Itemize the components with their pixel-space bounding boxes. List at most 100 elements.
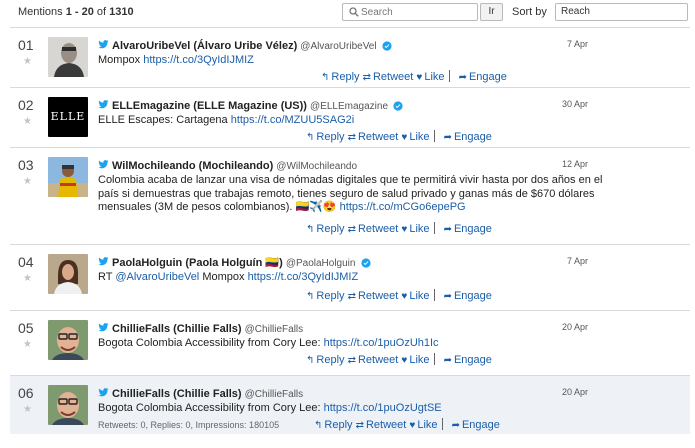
divider xyxy=(433,222,435,234)
retweet-button[interactable]: ⇄ Retweet xyxy=(348,354,399,366)
author-handle[interactable]: @WilMochileando xyxy=(276,161,357,172)
retweet-icon: ⇄ xyxy=(362,72,371,83)
star-icon[interactable]: ★ xyxy=(23,339,32,350)
engage-button[interactable]: ➦ Engage xyxy=(444,223,492,235)
twitter-icon xyxy=(98,159,109,170)
engage-button[interactable]: ➦ Engage xyxy=(459,71,507,83)
author-name[interactable]: ELLEmagazine (ELLE Magazine (US)) xyxy=(112,100,307,112)
avatar[interactable] xyxy=(48,320,88,360)
like-button[interactable]: ♥ Like xyxy=(401,290,429,302)
mention-link[interactable]: https://t.co/1puOzUh1Ic xyxy=(324,337,439,349)
star-icon[interactable]: ★ xyxy=(23,56,32,67)
search-go-button[interactable]: Ir xyxy=(480,3,503,21)
mention-actions: ↰ Reply ⇄ Retweet ♥ Like ➦ Engage xyxy=(306,130,492,143)
reply-button[interactable]: ↰ Reply xyxy=(314,419,353,431)
author-name[interactable]: ChillieFalls (Chillie Falls) xyxy=(112,323,242,335)
mention-row: 01 ★ AlvaroUribeVel (Álvaro Uribe Vélez)… xyxy=(10,27,690,88)
star-icon[interactable]: ★ xyxy=(23,273,32,284)
retweet-button[interactable]: ⇄ Retweet xyxy=(363,71,414,83)
search-box[interactable] xyxy=(342,3,478,21)
star-icon[interactable]: ★ xyxy=(23,404,32,415)
like-button[interactable]: ♥ Like xyxy=(409,419,437,431)
mention-actions: ↰ Reply ⇄ Retweet ♥ Like ➦ Engage xyxy=(314,418,500,431)
author-name[interactable]: WilMochileando (Mochileando) xyxy=(112,160,273,172)
retweet-label: Retweet xyxy=(372,71,414,83)
heart-icon: ♥ xyxy=(401,224,408,235)
author-handle[interactable]: @ChillieFalls xyxy=(245,389,304,400)
divider xyxy=(433,289,435,301)
avatar[interactable] xyxy=(48,254,88,294)
mention-row: 05 ★ ChillieFalls (Chillie Falls) @Chill… xyxy=(10,311,690,376)
author-handle[interactable]: @AlvaroUribeVel xyxy=(300,41,376,52)
mentions-count: Mentions 1 - 20 of 1310 xyxy=(18,6,134,18)
mention-link[interactable]: https://t.co/MZUU5SAG2i xyxy=(231,114,354,126)
reply-label: Reply xyxy=(316,290,345,302)
retweet-icon: ⇄ xyxy=(347,132,356,143)
engage-label: Engage xyxy=(461,419,500,431)
engage-button[interactable]: ➦ Engage xyxy=(444,354,492,366)
author-handle[interactable]: @PaolaHolguin xyxy=(286,258,356,269)
avatar[interactable] xyxy=(48,37,88,77)
mention-link[interactable]: https://t.co/3QyIdIJMIZ xyxy=(248,271,359,283)
mentions-total: 1310 xyxy=(109,6,134,18)
like-label: Like xyxy=(424,71,445,83)
mention-index: 06 xyxy=(18,385,34,401)
mention-link[interactable]: https://t.co/1puOzUgtSE xyxy=(324,402,442,414)
list-toolbar: Mentions 1 - 20 of 1310 Ir Sort by Reach xyxy=(0,0,695,24)
reply-icon: ↰ xyxy=(306,132,315,143)
author-name[interactable]: AlvaroUribeVel (Álvaro Uribe Vélez) xyxy=(112,40,297,52)
mention-index: 01 xyxy=(18,37,34,53)
engage-icon: ➦ xyxy=(451,420,460,431)
star-icon[interactable]: ★ xyxy=(23,176,32,187)
reply-label: Reply xyxy=(331,71,360,83)
like-button[interactable]: ♥ Like xyxy=(401,354,429,366)
mentions-range: 1 - 20 xyxy=(65,6,94,18)
mention-link[interactable]: https://t.co/3QyIdIJMIZ xyxy=(143,54,254,66)
star-icon[interactable]: ★ xyxy=(23,116,32,127)
mention-text: ELLE Escapes: Cartagena https://t.co/MZU… xyxy=(98,114,603,128)
avatar[interactable]: ELLE xyxy=(48,97,88,137)
author-handle[interactable]: @ChillieFalls xyxy=(245,324,304,335)
reply-button[interactable]: ↰ Reply xyxy=(306,290,345,302)
mention-row: 02 ★ ELLE ELLEmagazine (ELLE Magazine (U… xyxy=(10,88,690,148)
reply-button[interactable]: ↰ Reply xyxy=(306,223,345,235)
mention-link[interactable]: https://t.co/mCGo6epePG xyxy=(340,201,466,213)
mention-header: AlvaroUribeVel (Álvaro Uribe Vélez) @Alv… xyxy=(98,39,392,52)
mention-text: Colombia acaba de lanzar una visa de nóm… xyxy=(98,174,603,215)
engage-icon: ➦ xyxy=(458,72,467,83)
mention-user-link[interactable]: @AlvaroUribeVel xyxy=(115,271,199,283)
reply-button[interactable]: ↰ Reply xyxy=(306,131,345,143)
heart-icon: ♥ xyxy=(401,132,408,143)
retweet-icon: ⇄ xyxy=(347,355,356,366)
twitter-icon xyxy=(98,322,109,333)
retweet-button[interactable]: ⇄ Retweet xyxy=(356,419,407,431)
retweet-button[interactable]: ⇄ Retweet xyxy=(348,290,399,302)
author-name[interactable]: ChillieFalls (Chillie Falls) xyxy=(112,388,242,400)
avatar[interactable] xyxy=(48,385,88,425)
avatar[interactable] xyxy=(48,157,88,197)
mention-index: 04 xyxy=(18,254,34,270)
mention-text-body: RT xyxy=(98,271,116,283)
engage-button[interactable]: ➦ Engage xyxy=(444,131,492,143)
author-name[interactable]: PaolaHolguin (Paola Holguín 🇨🇴) xyxy=(112,257,283,269)
retweet-button[interactable]: ⇄ Retweet xyxy=(348,223,399,235)
like-button[interactable]: ♥ Like xyxy=(401,223,429,235)
retweet-button[interactable]: ⇄ Retweet xyxy=(348,131,399,143)
search-input[interactable] xyxy=(361,5,475,19)
verified-icon xyxy=(393,101,403,111)
mention-header: PaolaHolguin (Paola Holguín 🇨🇴) @PaolaHo… xyxy=(98,256,371,269)
like-button[interactable]: ♥ Like xyxy=(401,131,429,143)
engage-button[interactable]: ➦ Engage xyxy=(452,419,500,431)
sort-select[interactable]: Reach xyxy=(555,3,688,21)
reply-button[interactable]: ↰ Reply xyxy=(321,71,360,83)
author-handle[interactable]: @ELLEmagazine xyxy=(310,101,388,112)
like-button[interactable]: ♥ Like xyxy=(416,71,444,83)
like-label: Like xyxy=(409,354,430,366)
reply-icon: ↰ xyxy=(306,355,315,366)
mention-index: 05 xyxy=(18,320,34,336)
engage-button[interactable]: ➦ Engage xyxy=(444,290,492,302)
mention-actions: ↰ Reply ⇄ Retweet ♥ Like ➦ Engage xyxy=(321,70,507,83)
reply-label: Reply xyxy=(316,131,345,143)
retweet-label: Retweet xyxy=(357,131,399,143)
reply-button[interactable]: ↰ Reply xyxy=(306,354,345,366)
